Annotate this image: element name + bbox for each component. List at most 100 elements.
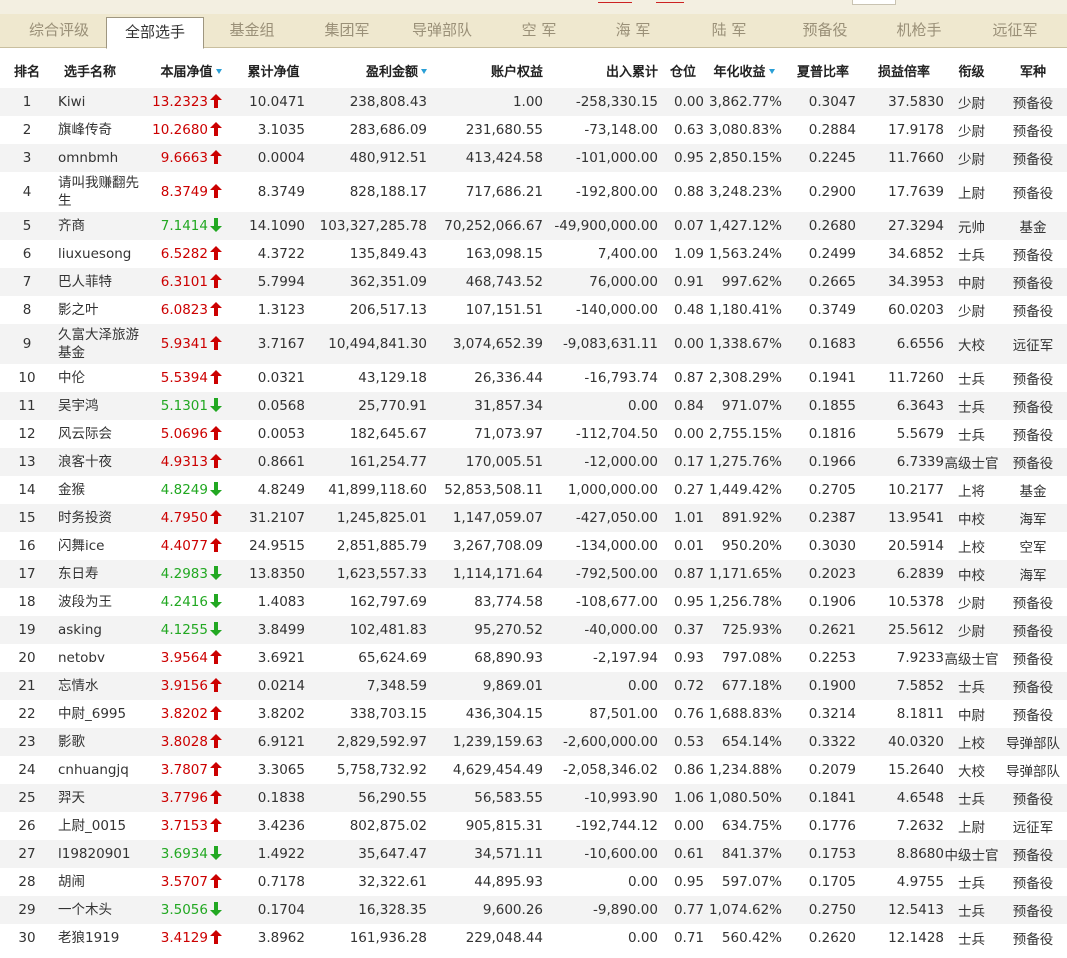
- table-row[interactable]: 3 omnbmh 9.6663 0.0004 480,912.51 413,424.58-…: [0, 144, 1067, 172]
- rank-cell: 13: [0, 448, 54, 476]
- player-name-cell[interactable]: asking: [54, 616, 150, 644]
- table-row[interactable]: 23 影歌 3.8028 6.9121 2,829,592.97 1,239,159.63…: [0, 728, 1067, 756]
- col-header-pl-ratio[interactable]: 损益倍率: [864, 52, 944, 88]
- table-row[interactable]: 24 cnhuangjq 3.7807 3.3065 5,758,732.92 4,629…: [0, 756, 1067, 784]
- table-row[interactable]: 6 liuxuesong 6.5282 4.3722 135,849.43 163,098…: [0, 240, 1067, 268]
- tab-army[interactable]: 陆 军: [686, 14, 772, 48]
- player-name-cell[interactable]: omnbmh: [54, 144, 150, 172]
- col-header-name[interactable]: 选手名称: [54, 52, 150, 88]
- player-name-cell[interactable]: 影之叶: [54, 296, 150, 324]
- player-name-cell[interactable]: 金猴: [54, 476, 150, 504]
- table-row[interactable]: 25 羿天 3.7796 0.1838 56,290.55 56,583.55 -10,99…: [0, 784, 1067, 812]
- player-name-cell[interactable]: netobv: [54, 644, 150, 672]
- player-name-cell[interactable]: 东日寿: [54, 560, 150, 588]
- sharpe-cell: 0.2387: [782, 504, 864, 532]
- player-name-cell[interactable]: liuxuesong: [54, 240, 150, 268]
- player-name-cell[interactable]: 风云际会: [54, 420, 150, 448]
- player-name-cell[interactable]: 影歌: [54, 728, 150, 756]
- player-name-cell[interactable]: l19820901: [54, 840, 150, 868]
- col-header-current-nav[interactable]: 本届净值: [150, 52, 232, 88]
- tab-fund-group[interactable]: 基金组: [208, 14, 296, 48]
- col-header-position[interactable]: 仓位: [660, 52, 706, 88]
- table-row[interactable]: 29 一个木头 3.5056 0.1704 16,328.35 9,600.26 -9,89…: [0, 896, 1067, 924]
- player-name-cell[interactable]: 吴宇鸿: [54, 392, 150, 420]
- tab-all-players[interactable]: 全部选手: [106, 17, 204, 49]
- player-name-cell[interactable]: 一个木头: [54, 896, 150, 924]
- table-row[interactable]: 28 胡闹 3.5707 0.7178 32,322.61 44,895.93 0.00 0.…: [0, 868, 1067, 896]
- tab-expedition[interactable]: 远征军: [972, 14, 1058, 48]
- col-header-sharpe[interactable]: 夏普比率: [782, 52, 864, 88]
- green-down-arrow-icon: [210, 566, 222, 580]
- table-row[interactable]: 8 影之叶 6.0823 1.3123 206,517.13 107,151.51 -140…: [0, 296, 1067, 324]
- col-header-cumulative-nav[interactable]: 累计净值: [232, 52, 315, 88]
- table-row[interactable]: 9 久富大泽旅游基金 5.9341 3.7167 10,494,841.30 3,074,…: [0, 324, 1067, 364]
- branch-cell: 预备役: [999, 672, 1067, 700]
- col-header-rank-title[interactable]: 衔级: [944, 52, 999, 88]
- cumulative-nav-cell: 3.7167: [232, 324, 315, 364]
- player-name-cell[interactable]: 中伦: [54, 364, 150, 392]
- table-row[interactable]: 30 老狼1919 3.4129 3.8962 161,936.28 229,048.44…: [0, 924, 1067, 952]
- col-header-annual-return[interactable]: 年化收益: [706, 52, 782, 88]
- table-row[interactable]: 2 旗峰传奇 10.2680 3.1035 283,686.09 231,680.55 -7…: [0, 116, 1067, 144]
- tab-reserve[interactable]: 预备役: [782, 14, 868, 48]
- player-name-cell[interactable]: 时务投资: [54, 504, 150, 532]
- player-name-cell[interactable]: 胡闹: [54, 868, 150, 896]
- annual-return-cell: 997.62%: [706, 268, 782, 296]
- tab-air-force[interactable]: 空 军: [496, 14, 582, 48]
- player-name-cell[interactable]: 久富大泽旅游基金: [54, 324, 150, 364]
- player-name-cell[interactable]: 旗峰传奇: [54, 116, 150, 144]
- tab-missile-force[interactable]: 导弹部队: [396, 14, 488, 48]
- table-row[interactable]: 27 l19820901 3.6934 1.4922 35,647.47 34,571.1…: [0, 840, 1067, 868]
- tab-army-group[interactable]: 集团军: [302, 14, 392, 48]
- table-row[interactable]: 10 中伦 5.5394 0.0321 43,129.18 26,336.44 -16,79…: [0, 364, 1067, 392]
- player-name-cell[interactable]: cnhuangjq: [54, 756, 150, 784]
- table-row[interactable]: 4 请叫我赚翻先生 8.3749 8.3749 828,188.17 717,686.21…: [0, 172, 1067, 212]
- table-row[interactable]: 22 中尉_6995 3.8202 3.8202 338,703.15 436,304.1…: [0, 700, 1067, 728]
- player-name-cell[interactable]: 上尉_0015: [54, 812, 150, 840]
- table-row[interactable]: 11 吴宇鸿 5.1301 0.0568 25,770.91 31,857.34 0.00 0…: [0, 392, 1067, 420]
- top-link-1[interactable]: [598, 0, 632, 3]
- table-row[interactable]: 21 忘情水 3.9156 0.0214 7,348.59 9,869.01 0.00 0.7…: [0, 672, 1067, 700]
- player-name-cell[interactable]: 忘情水: [54, 672, 150, 700]
- player-name-cell[interactable]: 齐商: [54, 212, 150, 240]
- top-input-box[interactable]: [852, 0, 896, 5]
- table-row[interactable]: 5 齐商 7.1414 14.1090 103,327,285.78 70,252,066…: [0, 212, 1067, 240]
- tab-machine-gunner[interactable]: 机枪手: [876, 14, 962, 48]
- player-name-cell[interactable]: 闪舞ice: [54, 532, 150, 560]
- cash-flow-cell: -10,993.90: [545, 784, 660, 812]
- player-name-cell[interactable]: 浪客十夜: [54, 448, 150, 476]
- equity-cell: 163,098.15: [429, 240, 545, 268]
- table-row[interactable]: 18 波段为王 4.2416 1.4083 162,797.69 83,774.58 -10…: [0, 588, 1067, 616]
- player-name-cell[interactable]: 中尉_6995: [54, 700, 150, 728]
- player-name-cell[interactable]: 请叫我赚翻先生: [54, 172, 150, 212]
- player-name-cell[interactable]: Kiwi: [54, 88, 150, 116]
- col-header-cash-flow[interactable]: 出入累计: [545, 52, 660, 88]
- player-name-cell[interactable]: 波段为王: [54, 588, 150, 616]
- top-link-2[interactable]: [656, 0, 684, 3]
- player-name-cell[interactable]: 羿天: [54, 784, 150, 812]
- table-row[interactable]: 26 上尉_0015 3.7153 3.4236 802,875.02 905,815.3…: [0, 812, 1067, 840]
- col-header-profit[interactable]: 盈利金额: [315, 52, 429, 88]
- table-row[interactable]: 1 Kiwi 13.2323 10.0471 238,808.43 1.00 -258,33…: [0, 88, 1067, 116]
- col-header-rank[interactable]: 排名: [0, 52, 54, 88]
- table-row[interactable]: 14 金猴 4.8249 4.8249 41,899,118.60 52,853,508.…: [0, 476, 1067, 504]
- col-header-equity[interactable]: 账户权益: [429, 52, 545, 88]
- table-row[interactable]: 20 netobv 3.9564 3.6921 65,624.69 68,890.93 -2…: [0, 644, 1067, 672]
- current-nav-value: 4.2983: [160, 566, 208, 582]
- table-row[interactable]: 16 闪舞ice 4.4077 24.9515 2,851,885.79 3,267,70…: [0, 532, 1067, 560]
- col-header-branch[interactable]: 军种: [999, 52, 1067, 88]
- table-row[interactable]: 12 风云际会 5.0696 0.0053 182,645.67 71,073.97 -11…: [0, 420, 1067, 448]
- player-name-cell[interactable]: 老狼1919: [54, 924, 150, 952]
- pl-ratio-cell: 6.2839: [864, 560, 944, 588]
- rank-title-cell: 士兵: [944, 784, 999, 812]
- table-row[interactable]: 15 时务投资 4.7950 31.2107 1,245,825.01 1,147,059…: [0, 504, 1067, 532]
- tab-overall-rating[interactable]: 综合评级: [14, 14, 104, 48]
- table-row[interactable]: 17 东日寿 4.2983 13.8350 1,623,557.33 1,114,171.…: [0, 560, 1067, 588]
- tab-navy[interactable]: 海 军: [590, 14, 676, 48]
- annual-return-cell: 1,275.76%: [706, 448, 782, 476]
- table-row[interactable]: 7 巴人菲特 6.3101 5.7994 362,351.09 468,743.52 76,…: [0, 268, 1067, 296]
- table-row[interactable]: 19 asking 4.1255 3.8499 102,481.83 95,270.52-…: [0, 616, 1067, 644]
- player-name-cell[interactable]: 巴人菲特: [54, 268, 150, 296]
- rank-title-cell: 高级士官: [944, 448, 999, 476]
- table-row[interactable]: 13 浪客十夜 4.9313 0.8661 161,254.77 170,005.51 -1…: [0, 448, 1067, 476]
